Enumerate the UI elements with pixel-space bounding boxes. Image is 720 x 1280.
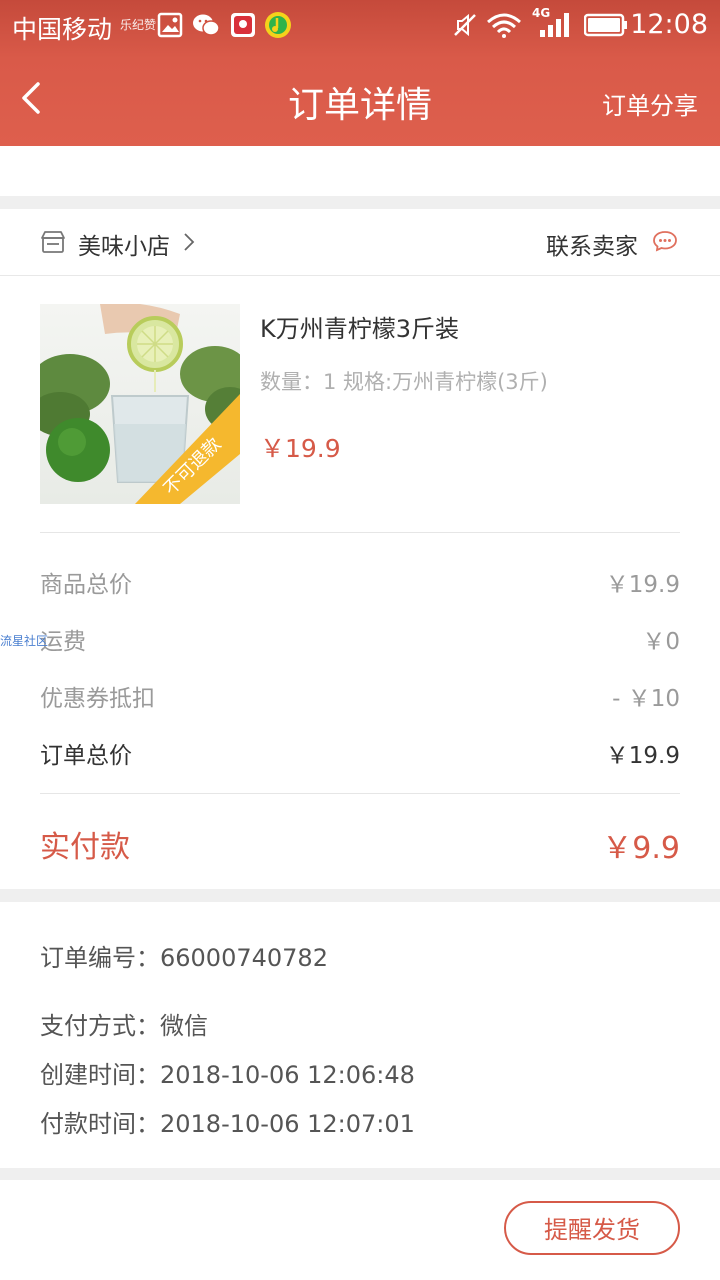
order-total-label: 订单总价	[40, 743, 132, 769]
image-icon	[157, 12, 183, 38]
shop-name[interactable]: 美味小店	[78, 227, 170, 261]
goods-total-label: 商品总价	[40, 572, 132, 598]
paid-time-label: 付款时间：	[40, 1110, 160, 1138]
paid-value: ￥9.9	[602, 831, 680, 866]
chevron-right-icon	[184, 233, 195, 251]
clock: 12:08	[630, 9, 708, 40]
contact-seller-button[interactable]: 联系卖家	[546, 227, 638, 261]
paid-time-value: 2018-10-06 12:07:01	[160, 1110, 415, 1138]
carrier-extra-label: 乐纪赞	[120, 18, 157, 32]
divider	[40, 793, 680, 794]
battery-icon	[584, 13, 627, 37]
coupon-label: 优惠券抵扣	[40, 686, 155, 712]
shipping-value: ￥0	[642, 629, 680, 655]
app-icon	[231, 13, 255, 37]
goods-total-value: ￥19.9	[605, 572, 680, 598]
created-time-label: 创建时间：	[40, 1061, 160, 1089]
product-spec: 数量：1 规格:万州青柠檬(3斤)	[260, 370, 548, 394]
blank-strip	[0, 146, 720, 196]
chat-icon[interactable]	[652, 229, 678, 253]
divider	[40, 532, 680, 533]
payment-method-label: 支付方式：	[40, 1012, 160, 1040]
product-name[interactable]: K万州青柠檬3斤装	[260, 309, 459, 344]
coupon-value: - ￥10	[612, 686, 680, 712]
shop-icon	[41, 231, 65, 253]
wifi-icon	[487, 13, 521, 38]
created-time-value: 2018-10-06 12:06:48	[160, 1061, 415, 1089]
nav-bar: 订单详情 订单分享	[0, 50, 720, 146]
watermark: 流星社区	[0, 634, 49, 648]
signal-icon	[540, 13, 569, 37]
product-image[interactable]: 不可退款	[40, 304, 240, 504]
payment-method-row: 支付方式：微信	[40, 1006, 208, 1041]
paid-time-row: 付款时间：2018-10-06 12:07:01	[40, 1104, 415, 1139]
mute-icon	[454, 13, 476, 37]
paid-label: 实付款	[40, 830, 130, 865]
created-time-row: 创建时间：2018-10-06 12:06:48	[40, 1055, 415, 1090]
order-number-row: 订单编号：66000740782	[40, 938, 328, 973]
status-bar: 中国移动 乐纪赞 4G 12:08	[0, 0, 720, 50]
shop-row[interactable]: 美味小店 联系卖家	[0, 209, 720, 276]
product-price: ￥19.9	[260, 434, 341, 463]
remind-ship-button[interactable]: 提醒发货	[504, 1201, 680, 1255]
order-info: 订单编号：66000740782 支付方式：微信 创建时间：2018-10-06…	[0, 902, 720, 1168]
bottom-bar: 提醒发货	[0, 1180, 720, 1280]
music-icon	[265, 12, 291, 38]
wechat-icon	[193, 14, 220, 36]
carrier-label: 中国移动	[12, 15, 113, 44]
payment-method-value: 微信	[160, 1012, 208, 1040]
order-number-label: 订单编号：	[40, 944, 160, 972]
header: 中国移动 乐纪赞 4G 12:08 订单详情 订单分享	[0, 0, 720, 146]
order-share-button[interactable]: 订单分享	[602, 86, 698, 121]
order-card: 美味小店 联系卖家 不可退款 K万州青柠檬3斤装 数量：1 规格:万州青柠檬(3…	[0, 209, 720, 889]
order-number-value: 66000740782	[160, 944, 328, 972]
order-total-value: ￥19.9	[605, 743, 680, 769]
